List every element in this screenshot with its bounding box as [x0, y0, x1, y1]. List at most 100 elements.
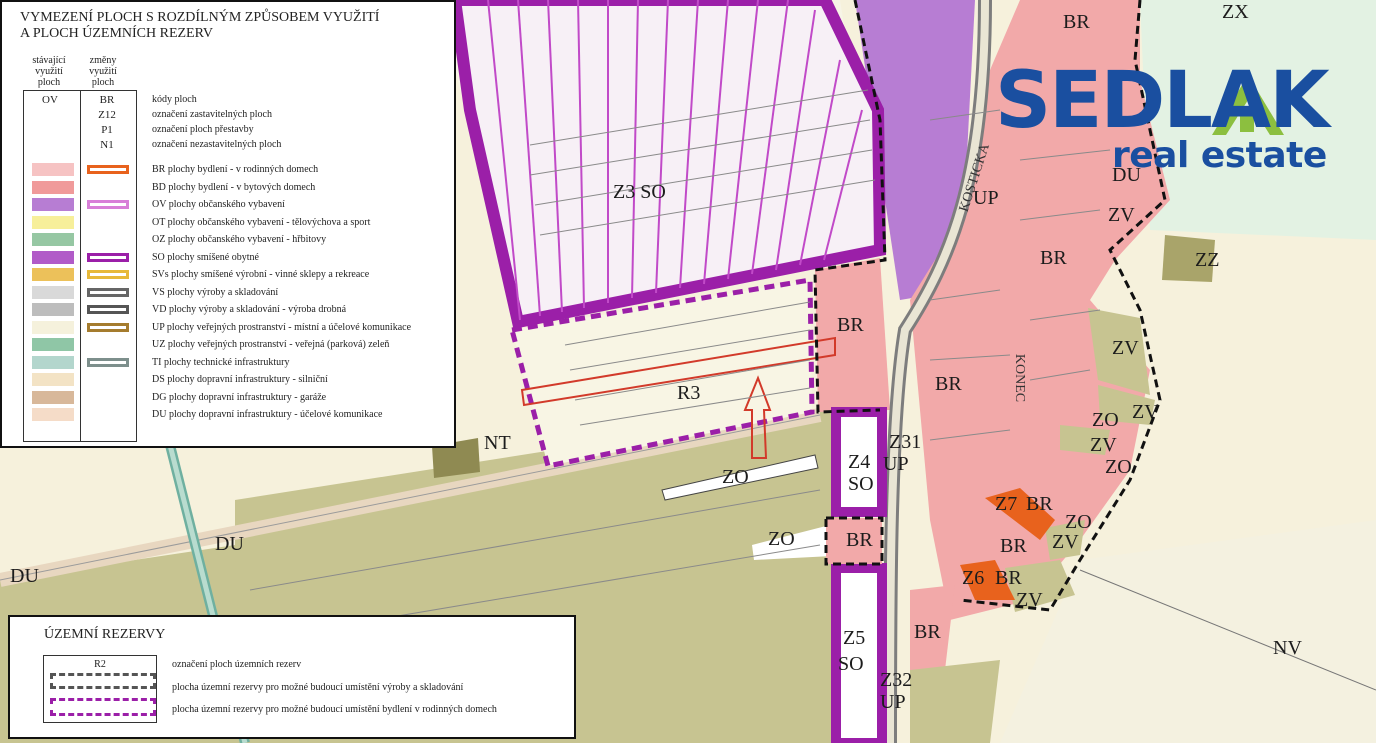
label-zo-2: ZO	[1105, 456, 1132, 478]
legend-item-label: SO plochy smíšené obytné	[152, 251, 259, 263]
legend-item-label: DS plochy dopravní infrastruktury - siln…	[152, 374, 328, 385]
code-right-0: BR	[99, 94, 115, 106]
legend-swatch	[32, 198, 74, 211]
legend-item-label: TI plochy technické infrastruktury	[152, 356, 290, 368]
label-z32: Z32	[880, 669, 913, 691]
col-changes-3: ploch	[91, 77, 115, 88]
legend-swatch	[32, 233, 74, 246]
legend-change-swatch	[87, 270, 129, 279]
legend-swatch	[32, 180, 74, 194]
label-du-mid: DU	[215, 533, 244, 555]
legend-title-line1: VYMEZENÍ PLOCH S ROZDÍLNÝM ZPŮSOBEM VYUŽ…	[20, 10, 380, 25]
reserve-desc-2: plocha územní rezervy pro možné budoucí …	[172, 704, 497, 715]
label-br-lower: BR	[846, 529, 873, 551]
label-up-z4: UP	[883, 453, 909, 475]
legend-item-label: BD plochy bydlení - v bytových domech	[152, 181, 316, 193]
legend-item-label: BR plochy bydlení - v rodinných domech	[152, 164, 319, 175]
label-zv-4: ZV	[1090, 434, 1117, 456]
reserve-sample-production	[50, 673, 156, 689]
label-z7: Z7	[995, 493, 1018, 515]
label-zo-3: ZO	[1065, 511, 1092, 533]
legend-item-label: UZ plochy veřejných prostranství - veřej…	[152, 339, 390, 350]
label-r3: R3	[677, 382, 701, 404]
reserve-sample-housing	[50, 698, 156, 716]
legend-change-swatch	[87, 357, 129, 367]
logo-brand: SEDLAK	[995, 56, 1330, 146]
label-br-south: BR	[1000, 535, 1027, 557]
legend-swatch	[32, 250, 74, 264]
legend-title-line2: A PLOCH ÚZEMNÍCH REZERV	[20, 26, 213, 41]
legend-swatch	[32, 338, 74, 351]
legend-swatch	[32, 373, 74, 386]
legend-swatch	[32, 303, 74, 316]
label-br-mid: BR	[837, 314, 864, 336]
col-existing-1: stávající	[32, 55, 66, 66]
label-br-z6: BR	[995, 567, 1022, 589]
legend-change-swatch	[87, 165, 129, 174]
legend-swatch	[32, 285, 74, 299]
label-zv-1: ZV	[1108, 204, 1135, 226]
legend-land-use: VYMEZENÍ PLOCH S ROZDÍLNÝM ZPŮSOBEM VYUŽ…	[0, 0, 456, 448]
label-z3so: Z3 SO	[613, 181, 666, 203]
legend-swatch	[32, 408, 74, 421]
legend-change-swatch	[87, 305, 129, 314]
label-br-konec: BR	[935, 373, 962, 395]
zv-plot-south	[910, 660, 1000, 743]
label-zv-5: ZV	[1052, 531, 1079, 553]
code-desc-3: označení nezastavitelných ploch	[152, 139, 282, 150]
label-br-z7: BR	[1026, 493, 1053, 515]
code-desc-1: označení zastavitelných ploch	[152, 109, 272, 120]
reserve-sample-label: R2	[94, 659, 106, 670]
legend-swatch	[32, 390, 74, 404]
label-du-left: DU	[10, 565, 39, 587]
legend-item-label: OZ plochy občanského vybavení - hřbitovy	[152, 234, 327, 245]
label-nt: NT	[484, 432, 511, 454]
legend-item-label: DU plochy dopravní infrastruktury - účel…	[152, 409, 383, 420]
legend-item-label: SVs plochy smíšené výrobní - vinné sklep…	[152, 269, 370, 280]
label-zv-6: ZV	[1016, 589, 1043, 611]
col-header-changes: změny využití ploch	[84, 55, 122, 88]
label-so-z5: SO	[838, 653, 864, 675]
legend-swatch	[32, 268, 74, 281]
col-header-existing: stávající využití ploch	[30, 55, 68, 88]
label-so-z4: SO	[848, 473, 874, 495]
label-zv-2: ZV	[1112, 337, 1139, 359]
legend-change-swatch	[87, 200, 129, 209]
code-desc-0: kódy ploch	[152, 94, 197, 105]
label-zo-4: ZO	[768, 528, 795, 550]
code-right-1: Z12	[98, 109, 116, 121]
legend-item-label: OT plochy občanského vybavení - tělových…	[152, 216, 371, 228]
label-zo-1: ZO	[1092, 409, 1119, 431]
legend-reserves: ÚZEMNÍ REZERVY R2 označení ploch územníc…	[8, 615, 576, 739]
legend-change-swatch	[87, 322, 129, 332]
legend-item-label: UP plochy veřejných prostranství - místn…	[152, 321, 412, 333]
col-changes-1: změny	[89, 55, 117, 66]
legend-change-swatch	[87, 287, 129, 297]
label-br-bottom: BR	[914, 621, 941, 643]
label-br-top: BR	[1063, 11, 1090, 33]
logo-tagline: real estate	[1112, 135, 1327, 176]
label-z4: Z4	[848, 451, 871, 473]
legend-item-label: DG plochy dopravní infrastruktury - gará…	[152, 391, 327, 403]
legend-item-label: VS plochy výroby a skladování	[152, 286, 279, 298]
col-existing-2: využití	[35, 66, 63, 77]
label-up-z32: UP	[880, 691, 906, 713]
street-konec: KONEC	[1012, 353, 1028, 403]
legend-item-label: VD plochy výroby a skladování - výroba d…	[152, 304, 347, 315]
label-z31: Z31	[889, 431, 922, 453]
label-zz: ZZ	[1195, 249, 1220, 271]
label-zo-road: ZO	[722, 466, 749, 488]
reserve-desc-1: plocha územní rezervy pro možné budoucí …	[172, 682, 464, 693]
label-br-east: BR	[1040, 247, 1067, 269]
legend-swatch	[32, 355, 74, 369]
legend-swatch	[32, 163, 74, 176]
label-zv-3: ZV	[1132, 401, 1159, 423]
reserves-table: R2	[43, 655, 157, 723]
legend-item-label: OV plochy občanského vybavení	[152, 199, 285, 210]
legend-change-swatch	[87, 252, 129, 262]
code-desc-2: označení ploch přestavby	[152, 124, 254, 135]
legend-swatch	[32, 215, 74, 229]
legend-swatch	[32, 320, 74, 334]
code-right-2: P1	[101, 124, 113, 136]
col-existing-3: ploch	[37, 77, 61, 88]
